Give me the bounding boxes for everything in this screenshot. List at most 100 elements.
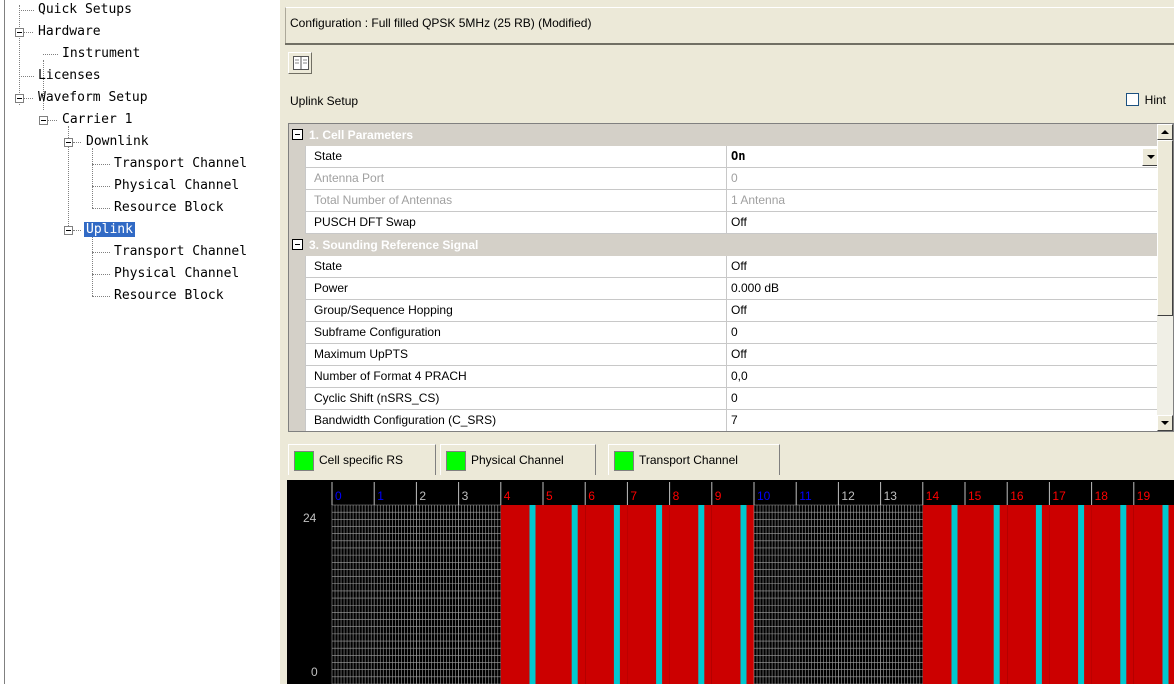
grid-row[interactable]: Bandwidth Configuration (C_SRS) 7 bbox=[289, 410, 1159, 431]
property-value[interactable]: Off bbox=[727, 300, 1159, 321]
rb-dmrs-stripe bbox=[740, 505, 747, 684]
checkbox-box[interactable] bbox=[1125, 93, 1139, 106]
rb-slot-label: 8 bbox=[673, 489, 680, 503]
property-value-text: 0,0 bbox=[731, 369, 748, 383]
row-gutter bbox=[289, 344, 305, 366]
collapse-icon[interactable] bbox=[292, 239, 303, 250]
rb-slot-label: 16 bbox=[1010, 489, 1024, 503]
collapse-icon[interactable] bbox=[64, 138, 73, 147]
legend-label: Cell specific RS bbox=[319, 453, 404, 467]
rb-slot-fill bbox=[1007, 505, 1050, 684]
rb-slot-label: 3 bbox=[462, 489, 469, 503]
grid-scrollbar[interactable] bbox=[1157, 124, 1173, 431]
tree-item-uplink-transport-channel[interactable]: Transport Channel bbox=[112, 242, 249, 262]
grid-row[interactable]: Cyclic Shift (nSRS_CS) 0 bbox=[289, 388, 1159, 410]
collapse-icon[interactable] bbox=[15, 28, 24, 37]
grid-row[interactable]: PUSCH DFT Swap Off bbox=[289, 212, 1159, 234]
legend-tab[interactable]: Cell specific RS bbox=[288, 444, 436, 475]
rb-slot-fill bbox=[1091, 505, 1134, 684]
legend-label: Physical Channel bbox=[471, 453, 564, 467]
collapse-icon[interactable] bbox=[292, 129, 303, 140]
rb-slot-label: 13 bbox=[884, 489, 898, 503]
grid-row[interactable]: Power 0.000 dB bbox=[289, 278, 1159, 300]
rb-slot-label: 4 bbox=[504, 489, 511, 503]
grid-row[interactable]: State Off bbox=[289, 256, 1159, 278]
resource-block-view: 0 1 2 3 4 5 6 7 8 9 10 11 12 13 14 15 16 17 18 19 24 0 bbox=[287, 480, 1174, 684]
property-value-text: 0 bbox=[731, 391, 738, 405]
scroll-down-button[interactable] bbox=[1157, 415, 1173, 431]
rb-dmrs-stripe bbox=[951, 505, 958, 684]
legend-label: Transport Channel bbox=[639, 453, 738, 467]
property-value[interactable]: 7 bbox=[727, 410, 1159, 431]
property-value[interactable]: 1 Antenna bbox=[727, 190, 1159, 211]
grid-row[interactable]: Group/Sequence Hopping Off bbox=[289, 300, 1159, 322]
property-value[interactable]: 0.000 dB bbox=[727, 278, 1159, 299]
scroll-thumb[interactable] bbox=[1157, 140, 1173, 316]
rb-dmrs-stripe bbox=[993, 505, 1000, 684]
property-value[interactable]: 0 bbox=[727, 168, 1159, 189]
rb-slot-fill bbox=[922, 505, 965, 684]
property-value[interactable]: Off bbox=[727, 344, 1159, 365]
grid-category[interactable]: 1. Cell Parameters bbox=[289, 124, 1159, 146]
hint-checkbox[interactable]: Hint bbox=[1125, 93, 1166, 107]
hint-label: Hint bbox=[1144, 93, 1166, 107]
tree-item-uplink-resource-block[interactable]: Resource Block bbox=[112, 286, 226, 306]
grid-row[interactable]: State On bbox=[289, 146, 1159, 168]
property-value[interactable]: Off bbox=[727, 212, 1159, 233]
scroll-up-button[interactable] bbox=[1157, 124, 1173, 140]
tree-item-quick-setups[interactable]: Quick Setups bbox=[36, 0, 134, 20]
rb-y-top-label: 24 bbox=[303, 511, 317, 525]
book-button[interactable] bbox=[288, 52, 312, 74]
tree-item-uplink[interactable]: Uplink bbox=[84, 220, 135, 240]
property-value[interactable]: Off bbox=[727, 256, 1159, 277]
grid-row[interactable]: Number of Format 4 PRACH 0,0 bbox=[289, 366, 1159, 388]
property-value[interactable]: 0 bbox=[727, 322, 1159, 343]
grid-row[interactable]: Subframe Configuration 0 bbox=[289, 322, 1159, 344]
legend-swatch bbox=[294, 451, 314, 471]
property-value-text: 7 bbox=[731, 413, 738, 427]
tree-connector bbox=[92, 164, 110, 165]
property-value-text: 0 bbox=[731, 171, 738, 185]
tree-item-label: Resource Block bbox=[114, 288, 224, 303]
property-value-text: Off bbox=[731, 347, 747, 361]
tree-item-uplink-physical-channel[interactable]: Physical Channel bbox=[112, 264, 241, 284]
rb-slot-label: 1 bbox=[377, 489, 384, 503]
collapse-icon[interactable] bbox=[39, 116, 48, 125]
rb-slot-fill bbox=[585, 505, 628, 684]
collapse-icon[interactable] bbox=[15, 94, 24, 103]
tree-item-instrument[interactable]: Instrument bbox=[60, 44, 142, 64]
tree-item-downlink-physical-channel[interactable]: Physical Channel bbox=[112, 176, 241, 196]
grid-category[interactable]: 3. Sounding Reference Signal bbox=[289, 234, 1159, 256]
tree-item-label: Hardware bbox=[38, 24, 101, 39]
collapse-icon[interactable] bbox=[64, 226, 73, 235]
tree-item-licenses[interactable]: Licenses bbox=[36, 66, 103, 86]
tree-item-label: Downlink bbox=[86, 134, 149, 149]
property-name: State bbox=[305, 146, 727, 167]
property-value[interactable]: 0,0 bbox=[727, 366, 1159, 387]
property-value[interactable]: 0 bbox=[727, 388, 1159, 409]
tree-connector bbox=[19, 10, 34, 11]
grid-row[interactable]: Maximum UpPTS Off bbox=[289, 344, 1159, 366]
rb-slot-fill bbox=[669, 505, 712, 684]
grid-row[interactable]: Total Number of Antennas 1 Antenna bbox=[289, 190, 1159, 212]
property-name: Maximum UpPTS bbox=[305, 344, 727, 365]
tree-connector bbox=[73, 230, 81, 231]
property-name: Subframe Configuration bbox=[305, 322, 727, 343]
tree-item-label: Resource Block bbox=[114, 200, 224, 215]
row-gutter bbox=[289, 388, 305, 410]
rb-dmrs-stripe bbox=[1120, 505, 1127, 684]
tree-item-hardware[interactable]: Hardware bbox=[36, 22, 103, 42]
tree-item-carrier-1[interactable]: Carrier 1 bbox=[60, 110, 134, 130]
tree-item-downlink-transport-channel[interactable]: Transport Channel bbox=[112, 154, 249, 174]
configuration-bar: Configuration : Full filled QPSK 5MHz (2… bbox=[285, 7, 1174, 45]
property-value[interactable]: On bbox=[727, 146, 1159, 167]
property-name: Power bbox=[305, 278, 727, 299]
tree-item-label: Transport Channel bbox=[114, 244, 248, 259]
tree-item-waveform-setup[interactable]: Waveform Setup bbox=[36, 88, 150, 108]
tree-item-downlink-resource-block[interactable]: Resource Block bbox=[112, 198, 226, 218]
rb-y-bottom-label: 0 bbox=[311, 665, 318, 679]
tree-item-downlink[interactable]: Downlink bbox=[84, 132, 151, 152]
legend-tab[interactable]: Transport Channel bbox=[608, 444, 780, 475]
grid-row[interactable]: Antenna Port 0 bbox=[289, 168, 1159, 190]
legend-tab[interactable]: Physical Channel bbox=[440, 444, 596, 475]
